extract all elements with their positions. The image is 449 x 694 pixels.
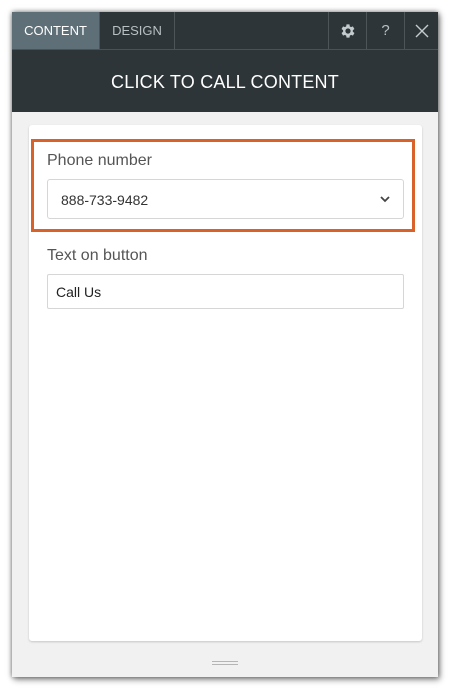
close-button[interactable]	[404, 12, 438, 49]
resize-handle[interactable]	[212, 661, 238, 668]
click-to-call-panel: CONTENT DESIGN ? CLICK TO CALL CONTENT P…	[12, 12, 438, 677]
phone-number-value: 888-733-9482	[61, 192, 149, 208]
tab-content[interactable]: CONTENT	[12, 12, 100, 49]
button-text-label: Text on button	[47, 247, 148, 264]
content-form-card: Phone number 888-733-9482 Text on button	[29, 125, 422, 641]
tab-design[interactable]: DESIGN	[100, 12, 175, 49]
phone-number-label: Phone number	[47, 152, 152, 169]
help-button[interactable]: ?	[366, 12, 404, 49]
tab-bar: CONTENT DESIGN ?	[12, 12, 438, 50]
settings-button[interactable]	[328, 12, 366, 49]
close-icon	[415, 24, 428, 37]
phone-number-select[interactable]: 888-733-9482	[47, 179, 404, 219]
page-title: CLICK TO CALL CONTENT	[12, 50, 438, 112]
help-icon: ?	[381, 22, 390, 39]
button-text-input[interactable]	[47, 274, 404, 309]
gear-icon	[341, 23, 354, 38]
chevron-down-icon	[380, 196, 390, 203]
